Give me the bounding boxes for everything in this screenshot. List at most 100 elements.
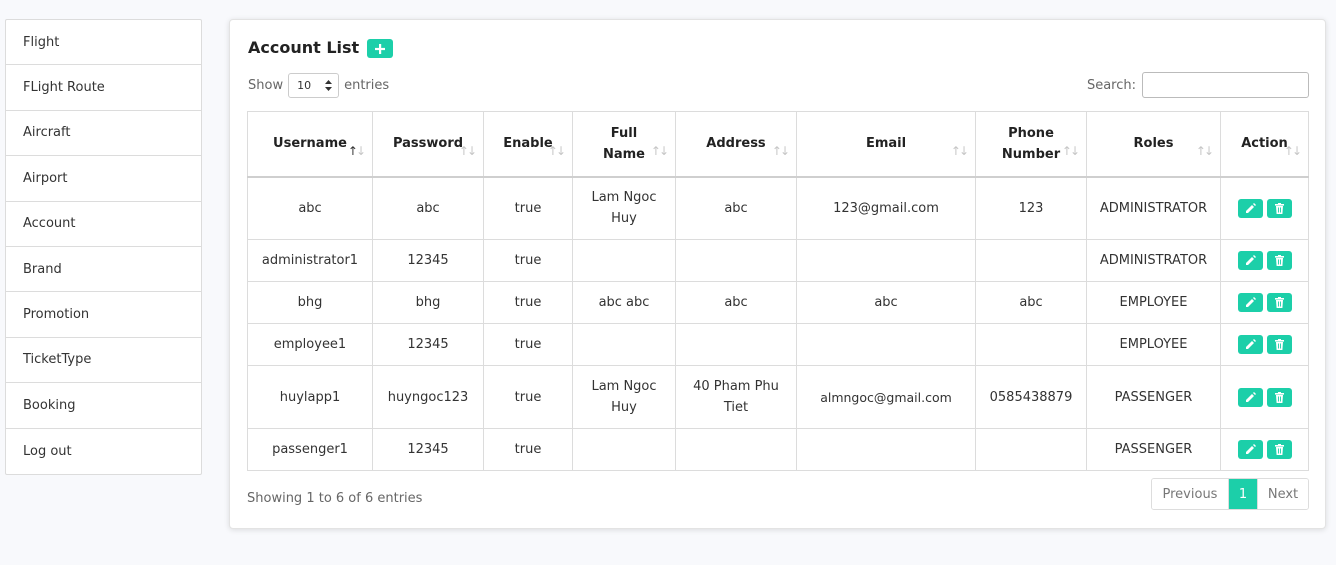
search-input[interactable] (1142, 72, 1309, 98)
cell-full-name: Lam Ngoc Huy (572, 176, 676, 240)
cell-address (675, 239, 797, 282)
add-account-button[interactable] (367, 39, 393, 58)
sort-icon: ↑↓ (1195, 143, 1214, 158)
column-header-email[interactable]: Email ↑↓ (796, 111, 976, 178)
column-label: Username (273, 136, 347, 152)
cell-username: bhg (247, 281, 373, 324)
column-header-roles[interactable]: Roles ↑↓ (1086, 111, 1221, 178)
column-header-password[interactable]: Password ↑↓ (372, 111, 484, 178)
table-row: huylapp1 huyngoc123 true Lam Ngoc Huy 40… (247, 365, 1309, 429)
cell-email: abc (796, 281, 976, 324)
cell-password: 12345 (372, 428, 484, 471)
cell-full-name (572, 239, 676, 282)
column-label: Phone Number (1001, 125, 1061, 162)
trash-icon (1274, 339, 1284, 350)
edit-button[interactable] (1237, 251, 1263, 270)
cell-action (1220, 428, 1309, 471)
cell-roles: ADMINISTRATOR (1086, 239, 1221, 282)
column-header-phone-number[interactable]: Phone Number ↑↓ (975, 111, 1087, 178)
pencil-icon (1245, 391, 1256, 402)
column-header-enable[interactable]: Enable ↑↓ (483, 111, 573, 178)
cell-action (1220, 281, 1309, 324)
pencil-icon (1245, 444, 1256, 454)
delete-button[interactable] (1266, 198, 1292, 218)
sort-icon: ↑↓ (771, 143, 790, 158)
table-row: abc abc true Lam Ngoc Huy abc 123@gmail.… (247, 176, 1309, 240)
delete-button[interactable] (1266, 440, 1292, 459)
sidebar-item-booking[interactable]: Booking (6, 383, 201, 429)
edit-button[interactable] (1237, 440, 1263, 459)
sort-asc-icon: ↑↓ (347, 143, 366, 158)
sidebar-item-label: Booking (23, 397, 76, 413)
cell-full-name (572, 323, 676, 366)
delete-button[interactable] (1266, 251, 1292, 270)
column-label: Password (392, 136, 464, 152)
edit-button[interactable] (1237, 335, 1263, 354)
cell-action (1220, 239, 1309, 282)
cell-enable: true (483, 323, 573, 366)
pencil-icon (1245, 297, 1256, 307)
sidebar-item-flight-route[interactable]: FLight Route (6, 65, 201, 111)
cell-email: 123@gmail.com (796, 176, 976, 240)
cell-roles: PASSENGER (1086, 365, 1221, 429)
plus-icon (375, 43, 385, 54)
cell-address: abc (675, 176, 797, 240)
sidebar-item-label: Aircraft (23, 125, 71, 141)
delete-button[interactable] (1266, 335, 1292, 354)
cell-email (796, 323, 976, 366)
cell-action (1220, 365, 1309, 429)
sort-icon: ↑↓ (547, 143, 566, 158)
delete-button[interactable] (1266, 293, 1292, 312)
sidebar-item-flight[interactable]: Flight (6, 20, 201, 66)
cell-enable: true (483, 365, 573, 429)
trash-icon (1274, 391, 1284, 403)
trash-icon (1274, 444, 1284, 455)
sidebar-item-airport[interactable]: Airport (6, 156, 201, 202)
cell-email (796, 239, 976, 282)
sort-icon: ↑↓ (650, 143, 669, 158)
cell-username: administrator1 (247, 239, 373, 282)
sidebar-item-promotion[interactable]: Promotion (6, 292, 201, 338)
sidebar-item-label: TicketType (23, 352, 92, 368)
cell-phone (975, 323, 1087, 366)
edit-button[interactable] (1237, 387, 1263, 407)
cell-username: abc (247, 176, 373, 240)
pencil-icon (1245, 255, 1256, 265)
sort-icon: ↑↓ (950, 143, 969, 158)
delete-button[interactable] (1266, 387, 1292, 407)
next-page-button[interactable]: Next (1257, 479, 1308, 509)
trash-icon (1274, 202, 1284, 214)
entries-select[interactable]: 10 (288, 73, 340, 98)
column-header-action[interactable]: Action ↑↓ (1220, 111, 1309, 178)
cell-full-name: Lam Ngoc Huy (572, 365, 676, 429)
sidebar-item-account[interactable]: Account (6, 202, 201, 247)
sidebar-item-label: Brand (23, 261, 62, 277)
cell-username: huylapp1 (247, 365, 373, 429)
edit-button[interactable] (1237, 293, 1263, 312)
sidebar-item-label: Promotion (23, 307, 90, 323)
column-header-username[interactable]: Username ↑↓ (247, 111, 373, 178)
select-arrows-icon (325, 80, 333, 91)
cell-roles: PASSENGER (1086, 428, 1221, 471)
cell-email (796, 428, 976, 471)
column-header-full-name[interactable]: Full Name ↑↓ (572, 111, 676, 178)
sidebar-item-aircraft[interactable]: Aircraft (6, 111, 201, 157)
entries-label: entries (344, 78, 390, 93)
page-1-button[interactable]: 1 (1229, 479, 1257, 509)
sidebar-item-tickettype[interactable]: TicketType (6, 338, 201, 384)
cell-address (675, 428, 797, 471)
previous-page-button[interactable]: Previous (1152, 479, 1229, 509)
column-header-address[interactable]: Address ↑↓ (675, 111, 797, 178)
cell-enable: true (483, 281, 573, 324)
sort-icon: ↑↓ (1061, 143, 1080, 158)
trash-icon (1274, 255, 1284, 266)
entries-select-value: 10 (297, 79, 312, 92)
cell-address (675, 323, 797, 366)
cell-full-name: abc abc (572, 281, 676, 324)
sidebar-item-brand[interactable]: Brand (6, 247, 201, 293)
sidebar-item-logout[interactable]: Log out (6, 429, 201, 474)
edit-button[interactable] (1237, 198, 1263, 218)
cell-phone: abc (975, 281, 1087, 324)
table-row: passenger1 12345 true PASSENGER (247, 428, 1309, 471)
pagination: Previous 1 Next (1151, 478, 1309, 510)
